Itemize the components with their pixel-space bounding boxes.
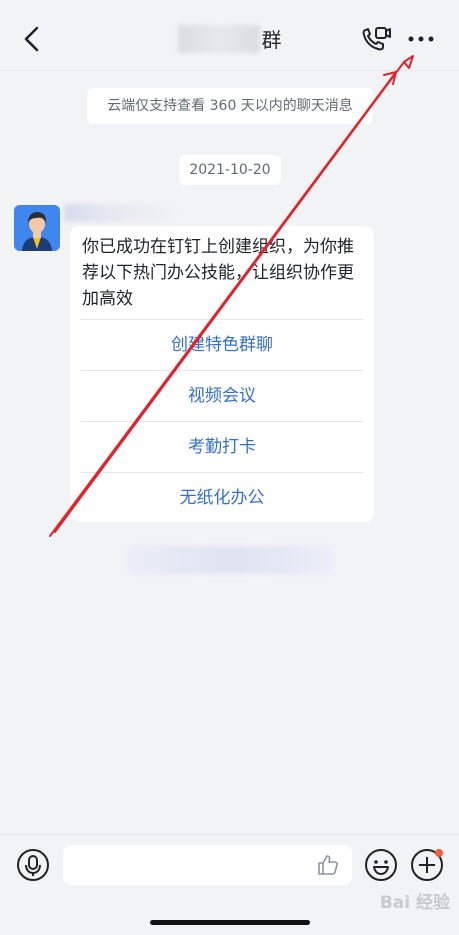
title-suffix: 群: [261, 28, 282, 52]
thumbs-up-icon[interactable]: [316, 853, 340, 877]
microphone-icon[interactable]: [16, 848, 50, 882]
video-meeting-button[interactable]: 视频会议: [81, 370, 363, 422]
date-divider: 2021-10-20: [179, 155, 281, 185]
avatar[interactable]: [14, 205, 60, 251]
system-notice: 云端仅支持查看 360 天以内的聊天消息: [87, 88, 373, 124]
more-icon[interactable]: [404, 26, 438, 52]
create-featured-group-button[interactable]: 创建特色群聊: [81, 319, 363, 371]
message-input[interactable]: [63, 845, 352, 885]
video-call-icon[interactable]: [360, 24, 392, 54]
home-indicator: [150, 920, 310, 925]
card-message-text: 你已成功在钉钉上创建组织，为你推荐以下热门办公技能，让组织协作更加高效: [82, 237, 354, 309]
blurred-group-name: [177, 24, 260, 53]
blurred-system-message: [127, 546, 333, 574]
input-divider: [0, 834, 459, 835]
top-bar: 群: [0, 0, 459, 71]
notification-dot: [435, 849, 443, 857]
message-card: 你已成功在钉钉上创建组织，为你推荐以下热门办公技能，让组织协作更加高效 创建特色…: [70, 226, 374, 522]
avatar-person-icon: [14, 205, 60, 251]
attendance-checkin-button[interactable]: 考勤打卡: [81, 421, 363, 473]
blurred-sender-name: [64, 204, 184, 222]
watermark: Bai 经验: [379, 893, 450, 913]
emoji-icon[interactable]: [364, 848, 398, 882]
paperless-office-button[interactable]: 无纸化办公: [81, 472, 363, 524]
